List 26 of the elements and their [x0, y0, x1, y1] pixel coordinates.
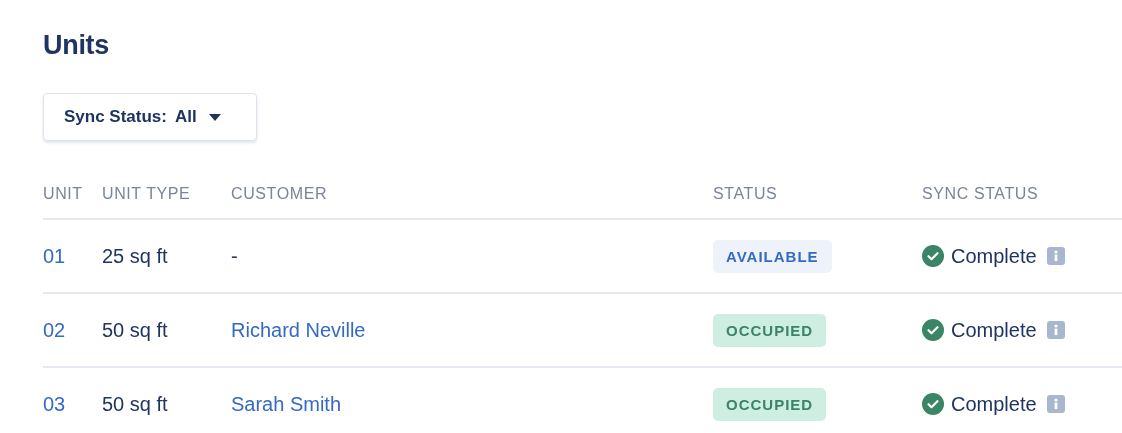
status-badge: OCCUPIED — [713, 387, 827, 421]
column-header: SYNC STATUS — [922, 185, 1039, 203]
customer-link[interactable]: Sarah Smith — [231, 392, 342, 416]
status-badge: OCCUPIED — [713, 313, 827, 347]
column-header: UNIT — [43, 185, 83, 203]
sync-status-filter[interactable]: Sync Status: All — [43, 93, 257, 141]
unit-link[interactable]: 03 — [43, 392, 66, 416]
info-icon[interactable] — [1046, 247, 1065, 265]
unit-type: 25 sq ft — [102, 244, 168, 268]
column-header: UNIT TYPE — [102, 185, 191, 203]
unit-type: 50 sq ft — [102, 318, 168, 342]
status-badge: AVAILABLE — [713, 239, 832, 273]
column-header: CUSTOMER — [231, 185, 328, 203]
customer-empty: - — [231, 244, 238, 268]
unit-link[interactable]: 02 — [43, 318, 66, 342]
sync-status-text: Complete — [951, 392, 1037, 416]
page-title: Units — [43, 29, 110, 62]
unit-link[interactable]: 01 — [43, 244, 66, 268]
customer-link[interactable]: Richard Neville — [231, 318, 366, 342]
column-header: STATUS — [713, 185, 778, 203]
info-icon[interactable] — [1046, 321, 1065, 339]
sync-status-text: Complete — [951, 244, 1037, 268]
caret-icon — [208, 113, 221, 121]
info-icon[interactable] — [1046, 395, 1065, 413]
unit-type: 50 sq ft — [102, 392, 168, 416]
sync-status-text: Complete — [951, 318, 1037, 342]
